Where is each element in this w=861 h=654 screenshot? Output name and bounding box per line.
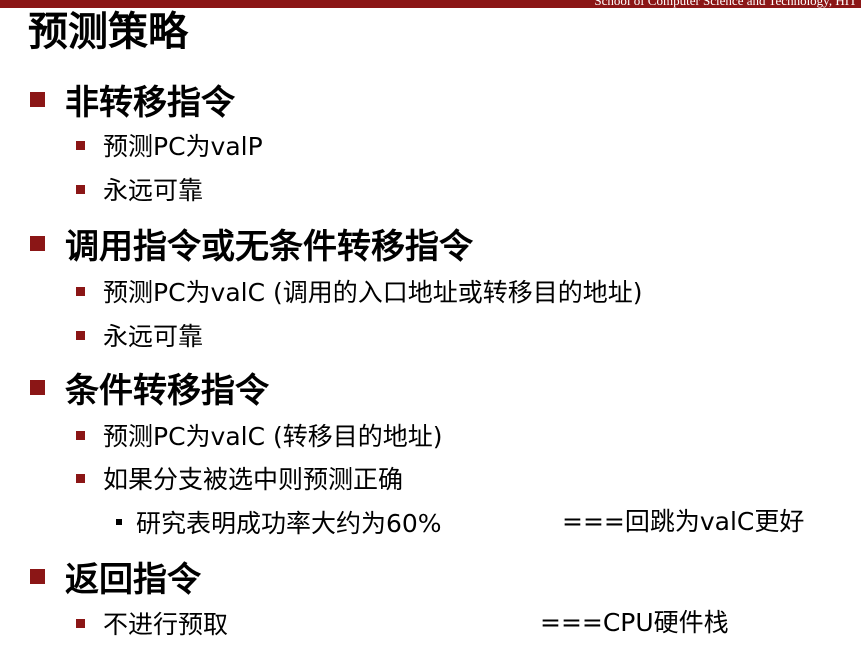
square-bullet-icon xyxy=(30,235,45,251)
section-heading-return: 返回指令 xyxy=(30,553,201,600)
section-heading-non-branch: 非转移指令 xyxy=(30,76,235,123)
heading-text: 调用指令或无条件转移指令 xyxy=(65,226,473,267)
heading-text: 非转移指令 xyxy=(65,82,235,123)
square-bullet-icon xyxy=(30,379,45,395)
bullet-item: 如果分支被选中则预测正确 xyxy=(76,461,403,495)
bullet-item: 永远可靠 xyxy=(76,318,203,352)
square-bullet-icon xyxy=(76,286,85,296)
bullet-text: 预测PC为valC (调用的入口地址或转移目的地址) xyxy=(103,278,643,307)
section-heading-call-jump: 调用指令或无条件转移指令 xyxy=(30,220,473,267)
square-bullet-icon xyxy=(76,140,85,150)
bullet-text: 永远可靠 xyxy=(103,176,204,205)
bullet-text: 永远可靠 xyxy=(103,322,204,351)
sub-bullet-item: 研究表明成功率大约为60% xyxy=(116,505,442,539)
square-bullet-icon xyxy=(30,568,45,584)
bullet-item: 不进行预取 xyxy=(76,606,228,640)
top-accent-bar: School of Computer Science and Technolog… xyxy=(0,0,861,8)
school-name: School of Computer Science and Technolog… xyxy=(594,0,857,8)
square-bullet-icon xyxy=(76,430,85,440)
bullet-item: 预测PC为valC (调用的入口地址或转移目的地址) xyxy=(76,274,643,308)
section-heading-conditional-branch: 条件转移指令 xyxy=(30,364,269,411)
bullet-text: 如果分支被选中则预测正确 xyxy=(103,465,404,494)
square-bullet-icon xyxy=(76,618,85,628)
bullet-text: 预测PC为valP xyxy=(103,132,263,161)
slide-title: 预测策略 xyxy=(28,9,188,55)
small-square-bullet-icon xyxy=(116,519,122,525)
heading-text: 返回指令 xyxy=(65,559,201,600)
sub-bullet-text: 研究表明成功率大约为60% xyxy=(136,509,442,538)
bullet-item: 预测PC为valC (转移目的地址) xyxy=(76,418,443,452)
bullet-item: 永远可靠 xyxy=(76,172,203,206)
annotation-note: ===CPU硬件栈 xyxy=(540,608,729,637)
square-bullet-icon xyxy=(76,473,85,483)
heading-text: 条件转移指令 xyxy=(65,370,269,411)
square-bullet-icon xyxy=(30,91,45,107)
square-bullet-icon xyxy=(76,184,85,194)
bullet-text: 预测PC为valC (转移目的地址) xyxy=(103,422,443,451)
bullet-item: 预测PC为valP xyxy=(76,128,263,162)
bullet-text: 不进行预取 xyxy=(103,610,229,639)
square-bullet-icon xyxy=(76,330,85,340)
annotation-note: ===回跳为valC更好 xyxy=(562,507,805,536)
